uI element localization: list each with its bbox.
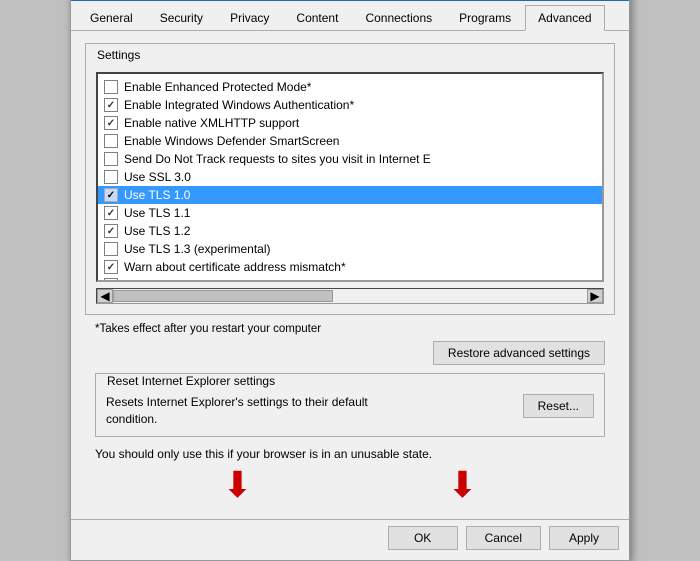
tabs-bar: General Security Privacy Content Connect… <box>71 1 629 31</box>
reset-description: Resets Internet Explorer's settings to t… <box>106 394 513 428</box>
list-item[interactable]: Enable Enhanced Protected Mode* <box>98 78 602 96</box>
reset-section: Reset Internet Explorer settings Resets … <box>95 373 605 437</box>
setting-label: Use SSL 3.0 <box>124 170 191 184</box>
checkbox[interactable] <box>104 116 118 130</box>
checkbox[interactable] <box>104 224 118 238</box>
checkbox[interactable] <box>104 260 118 274</box>
setting-label: Warn if changing between secure and not … <box>124 278 418 280</box>
tab-content[interactable]: Content <box>283 5 351 30</box>
reset-button[interactable]: Reset... <box>523 394 594 418</box>
content-area: Settings Enable Enhanced Protected Mode*… <box>71 31 629 519</box>
tab-security[interactable]: Security <box>147 5 216 30</box>
setting-label: Use TLS 1.0 <box>124 188 190 202</box>
checkbox[interactable] <box>104 134 118 148</box>
internet-properties-dialog: Internet Properties ? ✕ General Security… <box>70 0 630 561</box>
list-item-selected[interactable]: Use TLS 1.0 <box>98 186 602 204</box>
button-row: OK Cancel Apply <box>71 519 629 560</box>
tab-advanced[interactable]: Advanced <box>525 5 604 31</box>
settings-list-container: Enable Enhanced Protected Mode* Enable I… <box>96 72 604 282</box>
checkbox[interactable] <box>104 188 118 202</box>
list-item[interactable]: Warn about certificate address mismatch* <box>98 258 602 276</box>
reset-section-content: Resets Internet Explorer's settings to t… <box>96 388 604 436</box>
list-item[interactable]: Enable Integrated Windows Authentication… <box>98 96 602 114</box>
setting-label: Use TLS 1.1 <box>124 206 190 220</box>
checkbox[interactable] <box>104 98 118 112</box>
setting-label: Warn about certificate address mismatch* <box>124 260 346 274</box>
list-item[interactable]: Enable native XMLHTTP support <box>98 114 602 132</box>
scrollbar-thumb[interactable] <box>113 290 333 302</box>
tab-general[interactable]: General <box>77 5 146 30</box>
ok-button[interactable]: OK <box>388 526 458 550</box>
apply-button[interactable]: Apply <box>549 526 619 550</box>
restart-note: *Takes effect after you restart your com… <box>95 323 605 335</box>
list-item[interactable]: Send Do Not Track requests to sites you … <box>98 150 602 168</box>
tab-programs[interactable]: Programs <box>446 5 524 30</box>
checkbox[interactable] <box>104 170 118 184</box>
setting-label: Use TLS 1.2 <box>124 224 190 238</box>
warning-text: You should only use this if your browser… <box>95 447 605 461</box>
arrow-down-right: ⬇ <box>447 467 477 503</box>
settings-group-box: Settings Enable Enhanced Protected Mode*… <box>85 43 615 315</box>
reset-section-title: Reset Internet Explorer settings <box>104 374 278 388</box>
cancel-button[interactable]: Cancel <box>466 526 541 550</box>
setting-label: Enable Integrated Windows Authentication… <box>124 98 354 112</box>
list-item[interactable]: Use SSL 3.0 <box>98 168 602 186</box>
list-item[interactable]: Enable Windows Defender SmartScreen <box>98 132 602 150</box>
setting-label: Enable Enhanced Protected Mode* <box>124 80 311 94</box>
settings-list[interactable]: Enable Enhanced Protected Mode* Enable I… <box>98 74 602 280</box>
checkbox[interactable] <box>104 278 118 280</box>
horizontal-scrollbar[interactable]: ◀ ▶ <box>96 288 604 304</box>
setting-label: Send Do Not Track requests to sites you … <box>124 152 431 166</box>
arrow-down-left: ⬇ <box>222 467 252 503</box>
restore-advanced-settings-button[interactable]: Restore advanced settings <box>433 341 605 365</box>
checkbox[interactable] <box>104 80 118 94</box>
checkbox[interactable] <box>104 206 118 220</box>
list-item[interactable]: Use TLS 1.2 <box>98 222 602 240</box>
tab-privacy[interactable]: Privacy <box>217 5 282 30</box>
setting-label: Use TLS 1.3 (experimental) <box>124 242 271 256</box>
checkbox[interactable] <box>104 152 118 166</box>
arrows-row: ⬇ ⬇ <box>85 467 615 503</box>
checkbox[interactable] <box>104 242 118 256</box>
setting-label: Enable Windows Defender SmartScreen <box>124 134 339 148</box>
list-item[interactable]: Use TLS 1.1 <box>98 204 602 222</box>
setting-label: Enable native XMLHTTP support <box>124 116 299 130</box>
restore-btn-row: Restore advanced settings <box>95 341 605 365</box>
scroll-left-btn[interactable]: ◀ <box>97 289 113 303</box>
tab-connections[interactable]: Connections <box>352 5 445 30</box>
scroll-right-btn[interactable]: ▶ <box>587 289 603 303</box>
list-item[interactable]: Warn if changing between secure and not … <box>98 276 602 280</box>
settings-group-title: Settings <box>94 48 143 62</box>
list-item[interactable]: Use TLS 1.3 (experimental) <box>98 240 602 258</box>
